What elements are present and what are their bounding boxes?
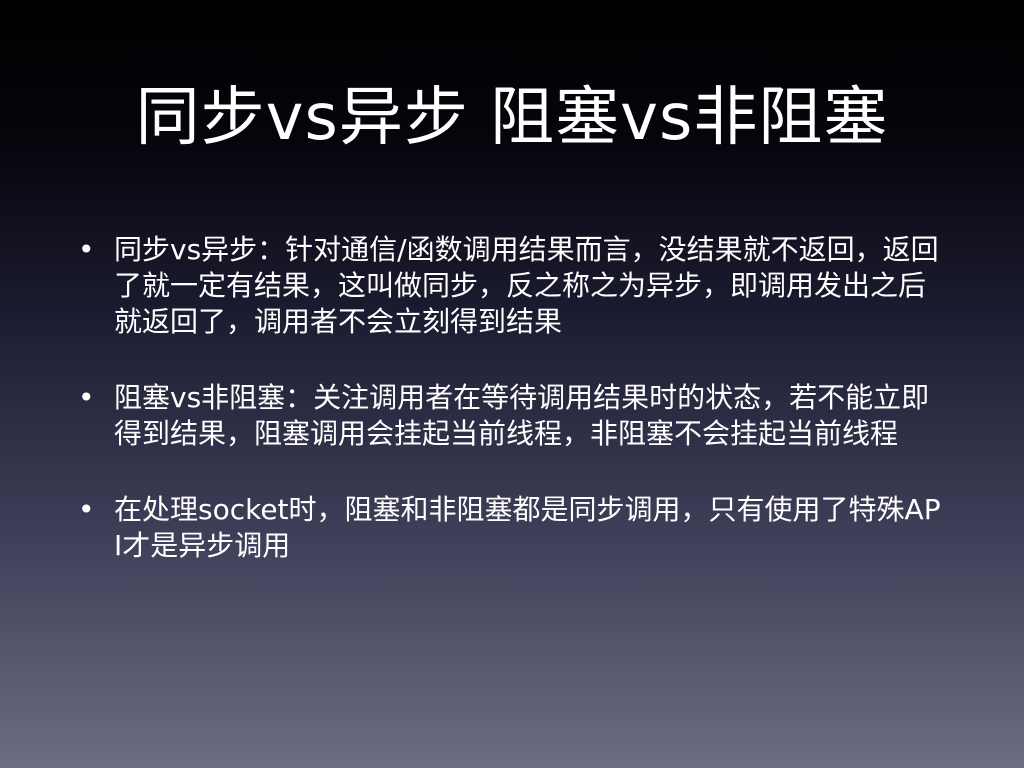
- bullet-item-socket: • 在处理socket时，阻塞和非阻塞都是同步调用，只有使用了特殊API才是异步…: [78, 492, 958, 564]
- bullet-text: 同步vs异步：针对通信/函数调用结果而言，没结果就不返回，返回了就一定有结果，这…: [114, 233, 939, 338]
- bullet-text: 在处理socket时，阻塞和非阻塞都是同步调用，只有使用了特殊API才是异步调用: [114, 493, 941, 562]
- bullet-item-blocking: • 阻塞vs非阻塞：关注调用者在等待调用结果时的状态，若不能立即得到结果，阻塞调…: [78, 380, 958, 452]
- bullet-marker: •: [78, 493, 95, 526]
- slide-title: 同步vs异步 阻塞vs非阻塞: [135, 81, 889, 155]
- bullet-marker: •: [78, 381, 95, 414]
- bullet-item-sync-async: • 同步vs异步：针对通信/函数调用结果而言，没结果就不返回，返回了就一定有结果…: [78, 232, 958, 340]
- bullet-text: 阻塞vs非阻塞：关注调用者在等待调用结果时的状态，若不能立即得到结果，阻塞调用会…: [114, 381, 930, 450]
- bullet-marker: •: [78, 233, 95, 266]
- bullet-list: • 同步vs异步：针对通信/函数调用结果而言，没结果就不返回，返回了就一定有结果…: [78, 232, 958, 604]
- slide: 同步vs异步 阻塞vs非阻塞 • 同步vs异步：针对通信/函数调用结果而言，没结…: [0, 0, 1024, 768]
